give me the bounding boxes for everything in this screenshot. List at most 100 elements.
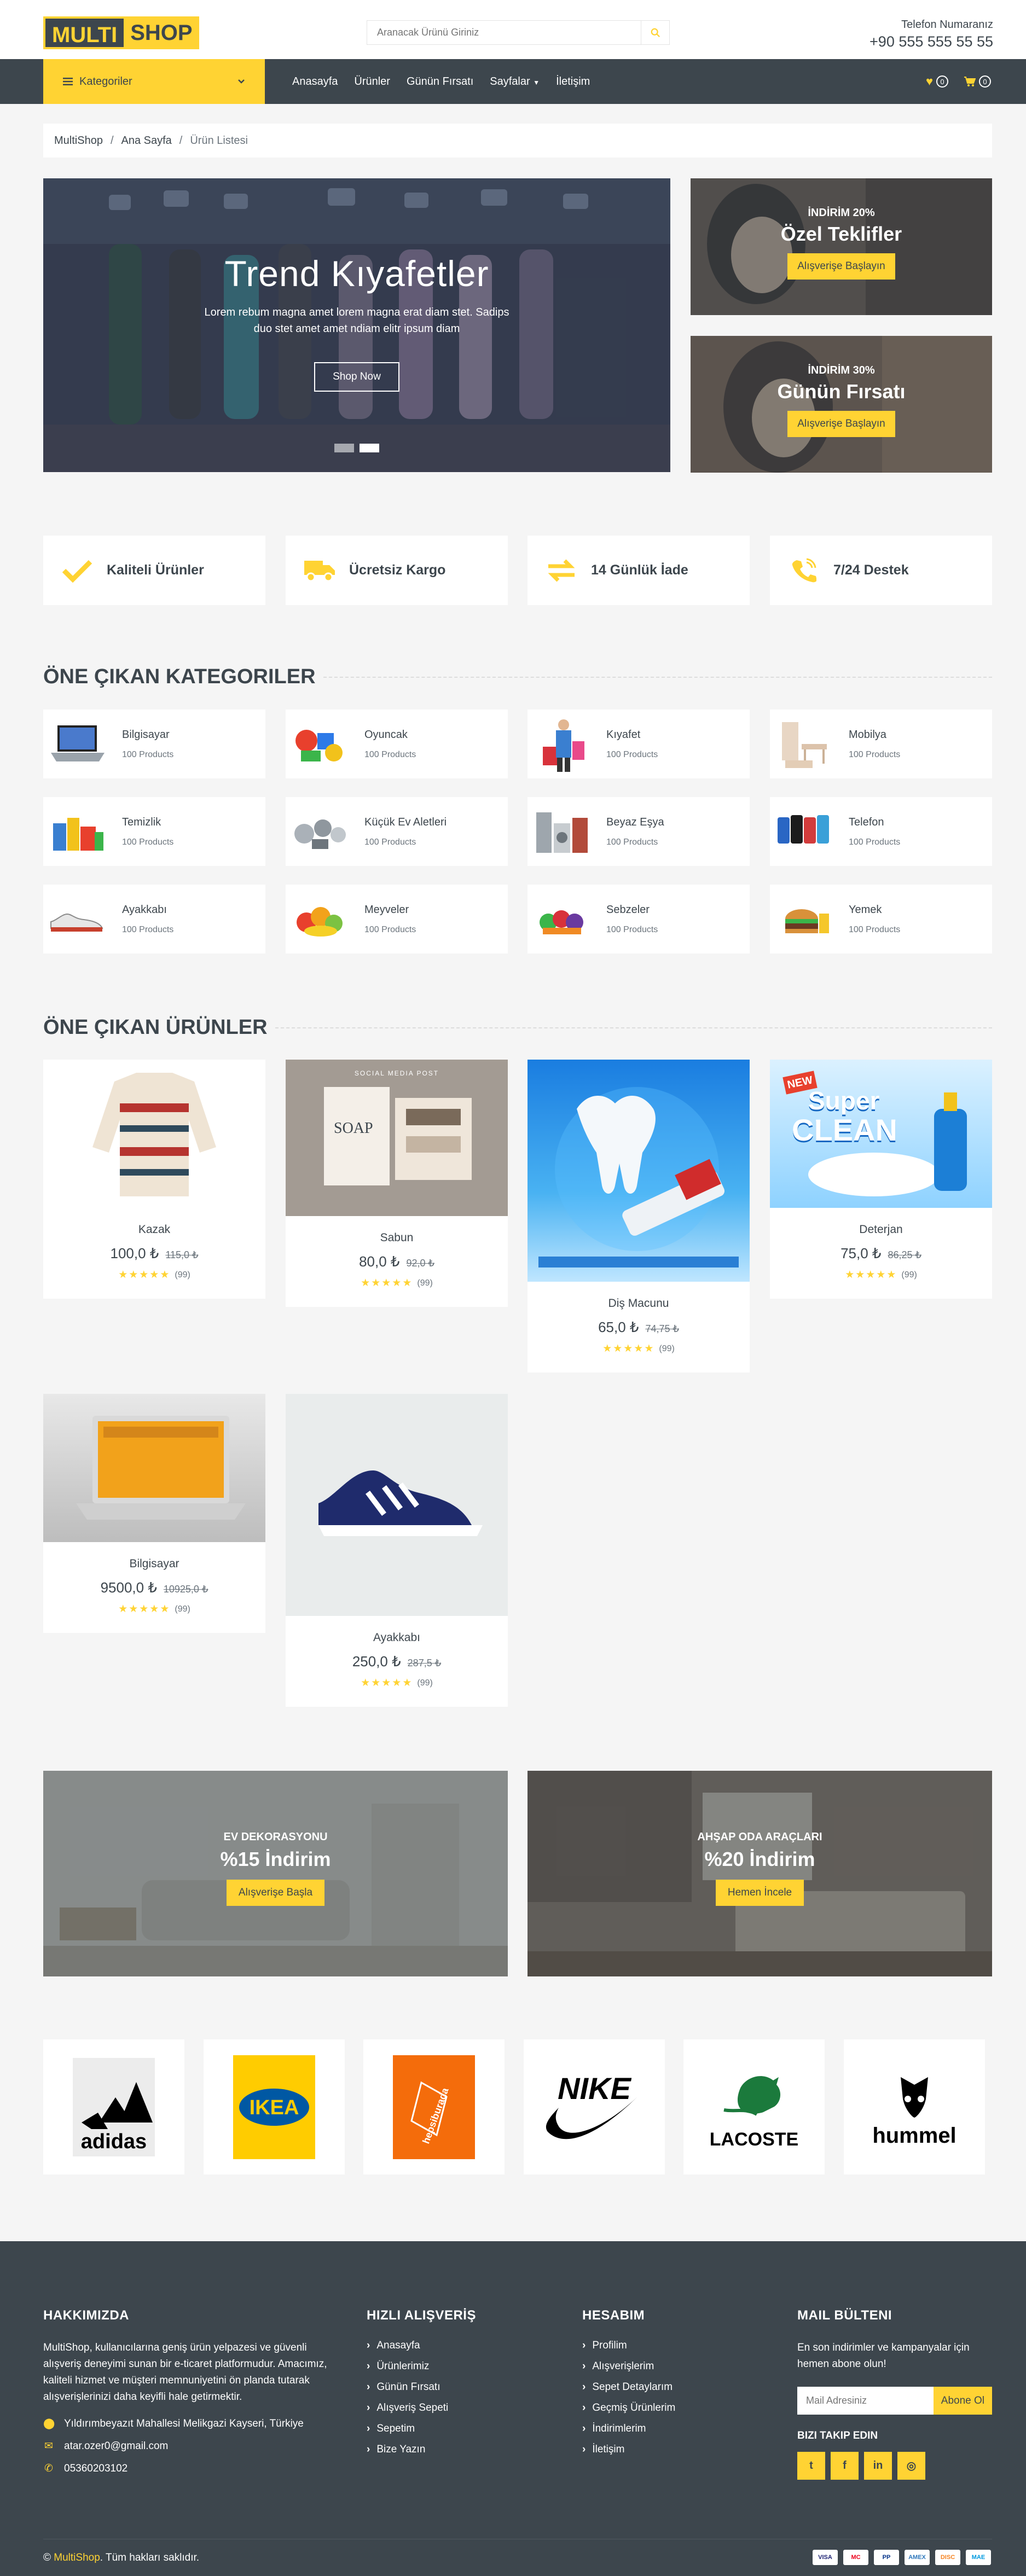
offer-tag: İNDİRİM 20% — [808, 207, 875, 219]
carousel-dot-2[interactable] — [360, 444, 379, 452]
carousel-dot-1[interactable] — [334, 444, 354, 452]
footer-link-label: Alışveriş Sepeti — [376, 2402, 449, 2414]
footer-link[interactable]: › Ürünlerimiz — [367, 2360, 531, 2373]
twitter-icon[interactable]: t — [797, 2452, 825, 2480]
category-count: 100 Products — [364, 924, 416, 934]
breadcrumb-item-multishop[interactable]: MultiShop — [54, 135, 103, 147]
maestro-icon: MAE — [966, 2550, 991, 2565]
nav-link-deal[interactable]: Günün Fırsatı — [407, 75, 473, 88]
product-name: Deterjan — [859, 1223, 903, 1236]
cart-button[interactable]: 0 — [964, 75, 991, 88]
brand-logo-adidas[interactable]: adidas — [43, 2039, 184, 2174]
category-card-furniture[interactable]: Mobilya 100 Products — [770, 710, 992, 778]
check-icon — [61, 554, 94, 587]
brand-logo-hummel[interactable]: hummel — [844, 2039, 985, 2174]
footer-link[interactable]: › İletişim — [582, 2444, 746, 2456]
phone-number: +90 555 555 55 55 — [870, 33, 993, 50]
footer-link[interactable]: › İndirimlerim — [582, 2423, 746, 2435]
product-card-soap[interactable]: SOCIAL MEDIA POST SOAP Sabun 80,0 ₺ 92,0 … — [286, 1060, 508, 1307]
category-card-toys[interactable]: Oyuncak 100 Products — [286, 710, 508, 778]
footer-link[interactable]: › Geçmiş Ürünlerim — [582, 2402, 746, 2414]
product-card-detergent[interactable]: NEW Super CLEAN Deterjan 75,0 ₺ 86,25 ₺ ★… — [770, 1060, 992, 1299]
footer-link[interactable]: › Sepetim — [367, 2423, 531, 2435]
feature-quality: Kaliteli Ürünler — [43, 536, 265, 605]
nav-link-products[interactable]: Ürünler — [354, 75, 390, 88]
category-card-cleaning[interactable]: Temizlik 100 Products — [43, 797, 265, 866]
facebook-icon[interactable]: f — [831, 2452, 859, 2480]
nav-link-contact[interactable]: İletişim — [556, 75, 590, 88]
offer-shop-button[interactable]: Alışverişe Başlayın — [787, 253, 895, 280]
star-rating-icon: ★★★★★ — [361, 1677, 413, 1689]
promo-banner-home-decor[interactable]: EV DEKORASYONU %15 İndirim Alışverişe Ba… — [43, 1771, 508, 1976]
site-logo[interactable]: MULTI SHOP — [43, 16, 199, 49]
visa-icon: VISA — [813, 2550, 838, 2565]
footer-link[interactable]: › Profilim — [582, 2340, 746, 2352]
instagram-icon[interactable]: ◎ — [897, 2452, 925, 2480]
product-card-shoes[interactable]: Ayakkabı 250,0 ₺ 287,5 ₺ ★★★★★ (99) — [286, 1394, 508, 1707]
chevron-right-icon: › — [582, 2381, 586, 2393]
promo-button[interactable]: Alışverişe Başla — [226, 1880, 325, 1906]
category-card-computer[interactable]: Bilgisayar 100 Products — [43, 710, 265, 778]
contact-info: ⬤ Yıldırımbeyazıt Mahallesi Melikgazi Kay… — [43, 2417, 328, 2475]
product-card-toothpaste[interactable]: Diş Macunu 65,0 ₺ 74,75 ₺ ★★★★★ (99) — [528, 1060, 750, 1373]
product-price: 100,0 ₺ — [110, 1245, 159, 1261]
categories-dropdown-button[interactable]: Kategoriler — [43, 59, 265, 104]
contact-email[interactable]: ✉ atar.ozer0@gmail.com — [43, 2440, 328, 2452]
copyright-brand[interactable]: MultiShop — [54, 2552, 100, 2563]
phone-volume-icon — [787, 554, 820, 587]
laptop-icon — [43, 710, 112, 778]
subscribe-button[interactable]: Abone Ol — [933, 2387, 992, 2415]
breadcrumb-separator: / — [110, 134, 114, 147]
product-name: Bilgisayar — [129, 1557, 179, 1570]
linkedin-icon[interactable]: in — [864, 2452, 892, 2480]
category-card-small-appliances[interactable]: Küçük Ev Aletleri 100 Products — [286, 797, 508, 866]
category-card-phone[interactable]: Telefon 100 Products — [770, 797, 992, 866]
footer-heading: HIZLI ALIŞVERİŞ — [367, 2308, 476, 2323]
footer-link[interactable]: › Alışverişlerim — [582, 2360, 746, 2373]
category-name: Mobilya — [849, 728, 886, 741]
hero-shop-now-button[interactable]: Shop Now — [314, 362, 399, 392]
wishlist-button[interactable]: ♥ 0 — [926, 74, 948, 89]
newsletter-email-input[interactable] — [797, 2387, 934, 2415]
breadcrumb: MultiShop / Ana Sayfa / Ürün Listesi — [43, 124, 992, 158]
product-card-sweater[interactable]: Kazak 100,0 ₺ 115,0 ₺ ★★★★★ (99) — [43, 1060, 265, 1299]
search-input[interactable] — [367, 21, 641, 44]
logo-part-2: SHOP — [124, 16, 199, 49]
brand-logo-hepsiburada[interactable]: hepsiburada — [363, 2039, 505, 2174]
category-card-white-goods[interactable]: Beyaz Eşya 100 Products — [528, 797, 750, 866]
category-card-shoes[interactable]: Ayakkabı 100 Products — [43, 885, 265, 953]
footer-link[interactable]: › Günün Fırsatı — [367, 2381, 531, 2393]
breadcrumb-item-home[interactable]: Ana Sayfa — [121, 135, 172, 147]
category-count: 100 Products — [364, 749, 416, 759]
category-card-food[interactable]: Yemek 100 Products — [770, 885, 992, 953]
brand-logo-lacoste[interactable]: LACOSTE — [683, 2039, 825, 2174]
product-card-laptop[interactable]: Bilgisayar 9500,0 ₺ 10925,0 ₺ ★★★★★ (99) — [43, 1394, 265, 1633]
offer-card-special[interactable]: İNDİRİM 20% Özel Teklifler Alışverişe Ba… — [691, 178, 992, 315]
footer-link[interactable]: › Alışveriş Sepeti — [367, 2402, 531, 2414]
soap-image-brand: SOAP — [334, 1120, 373, 1137]
payment-methods: VISA MC PP AMEX DISC MAE — [813, 2550, 991, 2565]
feature-label: 14 Günlük İade — [591, 562, 688, 578]
category-count: 100 Products — [122, 837, 174, 847]
promo-button[interactable]: Hemen İncele — [715, 1880, 804, 1906]
brand-wordmark: IKEA — [250, 2096, 299, 2119]
nav-link-home[interactable]: Anasayfa — [292, 75, 338, 88]
category-card-vegetables[interactable]: Sebzeler 100 Products — [528, 885, 750, 953]
category-card-fruits[interactable]: Meyveler 100 Products — [286, 885, 508, 953]
contact-phone[interactable]: ✆ 05360203102 — [43, 2462, 328, 2475]
hero-carousel[interactable]: Trend Kıyafetler Lorem rebum magna amet … — [43, 178, 670, 472]
brand-logo-nike[interactable]: NIKE — [524, 2039, 665, 2174]
footer-link[interactable]: › Bize Yazın — [367, 2444, 531, 2456]
promo-banner-wood-room[interactable]: AHŞAP ODA ARAÇLARI %20 İndirim Hemen İnc… — [528, 1771, 992, 1976]
nav-link-pages[interactable]: Sayfalar ▼ — [490, 75, 540, 88]
footer-link[interactable]: › Sepet Detaylarım — [582, 2381, 746, 2393]
brand-logo-ikea[interactable]: IKEA — [204, 2039, 345, 2174]
offer-shop-button[interactable]: Alışverişe Başlayın — [787, 411, 895, 437]
category-count: 100 Products — [849, 749, 901, 759]
product-price: 75,0 ₺ — [840, 1245, 882, 1261]
offer-card-deal[interactable]: İNDİRİM 30% Günün Fırsatı Alışverişe Baş… — [691, 336, 992, 473]
search-button[interactable] — [641, 21, 669, 44]
product-image — [528, 1060, 750, 1282]
footer-link[interactable]: › Anasayfa — [367, 2340, 531, 2352]
category-card-clothing[interactable]: Kıyafet 100 Products — [528, 710, 750, 778]
